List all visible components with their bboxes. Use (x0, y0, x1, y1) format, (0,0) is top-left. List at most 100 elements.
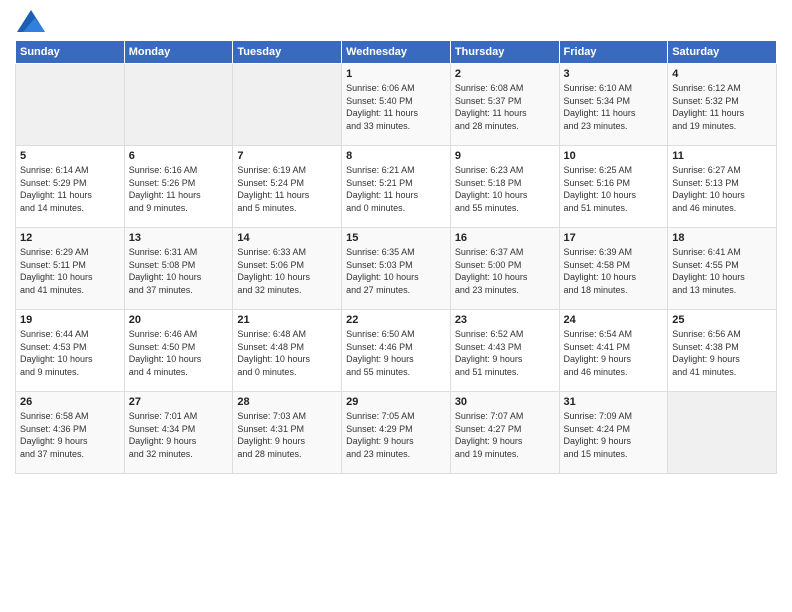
day-number: 18 (672, 232, 772, 244)
week-row-3: 12 Sunrise: 6:29 AM Sunset: 5:11 PM Dayli… (16, 228, 777, 310)
col-header-monday: Monday (124, 41, 233, 64)
day-number: 13 (129, 232, 229, 244)
day-number: 21 (237, 314, 337, 326)
day-cell: 12 Sunrise: 6:29 AM Sunset: 5:11 PM Dayli… (16, 228, 125, 310)
day-number: 16 (455, 232, 555, 244)
day-cell: 27Sunrise: 7:01 AM Sunset: 4:34 PM Dayli… (124, 392, 233, 474)
page: SundayMondayTuesdayWednesdayThursdayFrid… (0, 0, 792, 612)
day-cell (233, 64, 342, 146)
day-number: 17 (564, 232, 664, 244)
day-cell: 18 Sunrise: 6:41 AM Sunset: 4:55 PM Dayli… (668, 228, 777, 310)
day-cell: 26 Sunrise: 6:58 AM Sunset: 4:36 PM Dayli… (16, 392, 125, 474)
day-cell: 13 Sunrise: 6:31 AM Sunset: 5:08 PM Dayli… (124, 228, 233, 310)
day-cell: 20 Sunrise: 6:46 AM Sunset: 4:50 PM Dayli… (124, 310, 233, 392)
day-info: Sunrise: 6:46 AM Sunset: 4:50 PM Dayligh… (129, 328, 229, 378)
day-number: 23 (455, 314, 555, 326)
day-cell: 2 Sunrise: 6:08 AM Sunset: 5:37 PM Daylig… (450, 64, 559, 146)
day-number: 28 (237, 396, 337, 408)
col-header-tuesday: Tuesday (233, 41, 342, 64)
col-header-sunday: Sunday (16, 41, 125, 64)
day-number: 19 (20, 314, 120, 326)
day-number: 6 (129, 150, 229, 162)
day-info: Sunrise: 6:21 AM Sunset: 5:21 PM Dayligh… (346, 164, 446, 214)
day-info: Sunrise: 6:41 AM Sunset: 4:55 PM Dayligh… (672, 246, 772, 296)
day-cell: 28 Sunrise: 7:03 AM Sunset: 4:31 PM Dayli… (233, 392, 342, 474)
day-number: 31 (564, 396, 664, 408)
day-info: Sunrise: 6:27 AM Sunset: 5:13 PM Dayligh… (672, 164, 772, 214)
day-cell: 29 Sunrise: 7:05 AM Sunset: 4:29 PM Dayli… (342, 392, 451, 474)
day-cell: 5 Sunrise: 6:14 AM Sunset: 5:29 PM Daylig… (16, 146, 125, 228)
day-number: 27 (129, 396, 229, 408)
day-cell: 11 Sunrise: 6:27 AM Sunset: 5:13 PM Dayli… (668, 146, 777, 228)
day-number: 25 (672, 314, 772, 326)
col-header-wednesday: Wednesday (342, 41, 451, 64)
day-cell: 31 Sunrise: 7:09 AM Sunset: 4:24 PM Dayli… (559, 392, 668, 474)
day-number: 24 (564, 314, 664, 326)
day-info: Sunrise: 7:03 AM Sunset: 4:31 PM Dayligh… (237, 410, 337, 460)
col-header-thursday: Thursday (450, 41, 559, 64)
day-info: Sunrise: 6:06 AM Sunset: 5:40 PM Dayligh… (346, 82, 446, 132)
logo-icon (17, 10, 45, 32)
day-info: Sunrise: 6:12 AM Sunset: 5:32 PM Dayligh… (672, 82, 772, 132)
week-row-2: 5 Sunrise: 6:14 AM Sunset: 5:29 PM Daylig… (16, 146, 777, 228)
day-info: Sunrise: 6:48 AM Sunset: 4:48 PM Dayligh… (237, 328, 337, 378)
day-cell: 30 Sunrise: 7:07 AM Sunset: 4:27 PM Dayli… (450, 392, 559, 474)
day-info: Sunrise: 6:50 AM Sunset: 4:46 PM Dayligh… (346, 328, 446, 378)
header (15, 10, 777, 32)
day-number: 9 (455, 150, 555, 162)
day-info: Sunrise: 6:37 AM Sunset: 5:00 PM Dayligh… (455, 246, 555, 296)
day-number: 20 (129, 314, 229, 326)
day-number: 4 (672, 68, 772, 80)
day-info: Sunrise: 6:29 AM Sunset: 5:11 PM Dayligh… (20, 246, 120, 296)
day-cell: 9 Sunrise: 6:23 AM Sunset: 5:18 PM Daylig… (450, 146, 559, 228)
day-number: 30 (455, 396, 555, 408)
day-cell: 8Sunrise: 6:21 AM Sunset: 5:21 PM Daylig… (342, 146, 451, 228)
week-row-5: 26 Sunrise: 6:58 AM Sunset: 4:36 PM Dayli… (16, 392, 777, 474)
day-info: Sunrise: 7:05 AM Sunset: 4:29 PM Dayligh… (346, 410, 446, 460)
day-info: Sunrise: 6:54 AM Sunset: 4:41 PM Dayligh… (564, 328, 664, 378)
day-number: 5 (20, 150, 120, 162)
day-info: Sunrise: 6:16 AM Sunset: 5:26 PM Dayligh… (129, 164, 229, 214)
day-info: Sunrise: 6:25 AM Sunset: 5:16 PM Dayligh… (564, 164, 664, 214)
day-number: 3 (564, 68, 664, 80)
day-cell: 17 Sunrise: 6:39 AM Sunset: 4:58 PM Dayli… (559, 228, 668, 310)
day-info: Sunrise: 6:19 AM Sunset: 5:24 PM Dayligh… (237, 164, 337, 214)
day-number: 11 (672, 150, 772, 162)
day-cell: 14Sunrise: 6:33 AM Sunset: 5:06 PM Dayli… (233, 228, 342, 310)
day-number: 1 (346, 68, 446, 80)
day-number: 29 (346, 396, 446, 408)
calendar-header-row: SundayMondayTuesdayWednesdayThursdayFrid… (16, 41, 777, 64)
day-cell: 7 Sunrise: 6:19 AM Sunset: 5:24 PM Daylig… (233, 146, 342, 228)
day-number: 10 (564, 150, 664, 162)
logo (15, 10, 45, 32)
day-info: Sunrise: 6:58 AM Sunset: 4:36 PM Dayligh… (20, 410, 120, 460)
day-cell: 22 Sunrise: 6:50 AM Sunset: 4:46 PM Dayli… (342, 310, 451, 392)
day-cell: 23 Sunrise: 6:52 AM Sunset: 4:43 PM Dayli… (450, 310, 559, 392)
day-info: Sunrise: 6:39 AM Sunset: 4:58 PM Dayligh… (564, 246, 664, 296)
day-info: Sunrise: 6:52 AM Sunset: 4:43 PM Dayligh… (455, 328, 555, 378)
week-row-4: 19 Sunrise: 6:44 AM Sunset: 4:53 PM Dayli… (16, 310, 777, 392)
col-header-saturday: Saturday (668, 41, 777, 64)
day-number: 26 (20, 396, 120, 408)
day-number: 2 (455, 68, 555, 80)
day-info: Sunrise: 6:23 AM Sunset: 5:18 PM Dayligh… (455, 164, 555, 214)
day-cell: 19 Sunrise: 6:44 AM Sunset: 4:53 PM Dayli… (16, 310, 125, 392)
day-info: Sunrise: 6:44 AM Sunset: 4:53 PM Dayligh… (20, 328, 120, 378)
day-info: Sunrise: 6:31 AM Sunset: 5:08 PM Dayligh… (129, 246, 229, 296)
day-cell: 6 Sunrise: 6:16 AM Sunset: 5:26 PM Daylig… (124, 146, 233, 228)
col-header-friday: Friday (559, 41, 668, 64)
day-cell: 4 Sunrise: 6:12 AM Sunset: 5:32 PM Daylig… (668, 64, 777, 146)
day-cell (124, 64, 233, 146)
day-cell: 16 Sunrise: 6:37 AM Sunset: 5:00 PM Dayli… (450, 228, 559, 310)
day-cell: 24 Sunrise: 6:54 AM Sunset: 4:41 PM Dayli… (559, 310, 668, 392)
day-info: Sunrise: 6:14 AM Sunset: 5:29 PM Dayligh… (20, 164, 120, 214)
day-cell: 15Sunrise: 6:35 AM Sunset: 5:03 PM Dayli… (342, 228, 451, 310)
day-number: 12 (20, 232, 120, 244)
day-number: 7 (237, 150, 337, 162)
day-info: Sunrise: 7:09 AM Sunset: 4:24 PM Dayligh… (564, 410, 664, 460)
day-info: Sunrise: 7:07 AM Sunset: 4:27 PM Dayligh… (455, 410, 555, 460)
day-cell (668, 392, 777, 474)
day-info: Sunrise: 6:08 AM Sunset: 5:37 PM Dayligh… (455, 82, 555, 132)
day-number: 15 (346, 232, 446, 244)
day-number: 22 (346, 314, 446, 326)
